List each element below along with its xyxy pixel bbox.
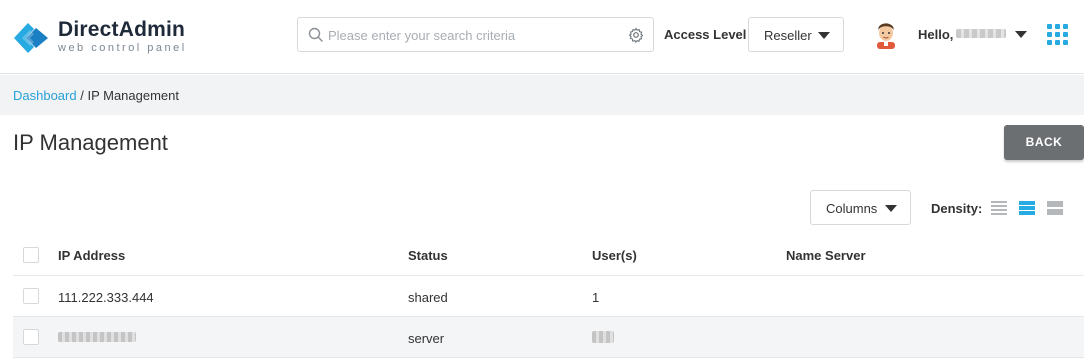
row-checkbox[interactable]: [23, 329, 39, 345]
status-cell: shared: [408, 290, 448, 305]
logo-subtitle: web control panel: [58, 42, 187, 54]
table-row[interactable]: 111.222.333.444 shared 1: [13, 276, 1084, 317]
directadmin-logo[interactable]: DirectAdmin web control panel: [12, 16, 212, 60]
density-medium-icon[interactable]: [1019, 200, 1035, 216]
density-label: Density:: [931, 201, 983, 216]
breadcrumb-separator: /: [76, 88, 88, 103]
access-level-dropdown[interactable]: Reseller: [748, 17, 844, 52]
access-level-label: Access Level: [664, 27, 747, 42]
table-row[interactable]: server: [13, 317, 1084, 358]
search-input[interactable]: [328, 23, 618, 47]
columns-label: Columns: [826, 201, 878, 216]
gear-icon[interactable]: [628, 27, 644, 43]
column-header-ip-address[interactable]: IP Address: [58, 248, 125, 263]
select-all-checkbox[interactable]: [23, 247, 39, 263]
breadcrumb-dashboard-link[interactable]: Dashboard: [13, 88, 77, 103]
user-menu-chevron-icon[interactable]: [1015, 31, 1027, 38]
column-header-name-server[interactable]: Name Server: [786, 248, 866, 263]
ip-address-redacted[interactable]: [58, 332, 136, 342]
logo-title: DirectAdmin: [58, 18, 186, 41]
columns-dropdown[interactable]: Columns: [810, 190, 911, 225]
ip-address-cell[interactable]: 111.222.333.444: [58, 290, 154, 305]
avatar[interactable]: [874, 21, 898, 49]
chevron-down-icon: [818, 32, 830, 39]
search-icon: [308, 27, 323, 42]
users-redacted: [592, 331, 614, 343]
column-header-users[interactable]: User(s): [592, 248, 637, 263]
apps-grid-icon[interactable]: [1047, 24, 1068, 45]
back-button[interactable]: BACK: [1004, 125, 1084, 160]
access-level-value: Reseller: [764, 28, 812, 43]
breadcrumb-current: IP Management: [87, 88, 179, 103]
density-compact-icon[interactable]: [991, 200, 1007, 216]
table-header-row: IP Address Status User(s) Name Server: [13, 234, 1084, 276]
username-redacted: [956, 29, 1006, 38]
row-checkbox[interactable]: [23, 288, 39, 304]
breadcrumb: Dashboard / IP Management: [13, 88, 179, 103]
search-box[interactable]: [297, 17, 654, 52]
chevron-down-icon: [885, 205, 897, 212]
hello-label: Hello,: [918, 27, 954, 42]
logo-icon: [14, 23, 48, 53]
users-cell: 1: [592, 290, 600, 305]
top-header: DirectAdmin web control panel Access Lev…: [0, 0, 1084, 74]
status-cell: server: [408, 331, 445, 346]
breadcrumb-bar: Dashboard / IP Management: [0, 75, 1084, 115]
page-title: IP Management: [13, 130, 168, 155]
column-header-status[interactable]: Status: [408, 248, 448, 263]
density-comfortable-icon[interactable]: [1047, 200, 1063, 216]
